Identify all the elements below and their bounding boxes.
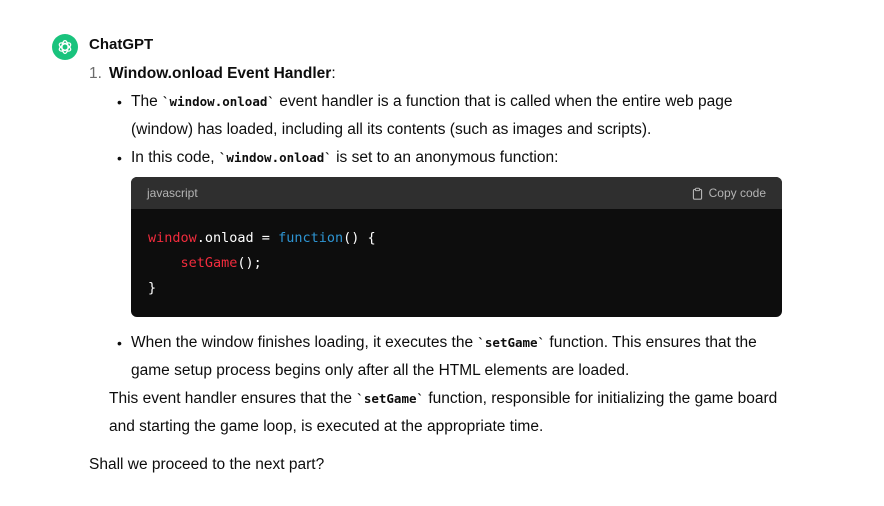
code-language-label: javascript [147,186,198,200]
bullet-item: • In this code, `window.onload` is set t… [109,144,789,172]
code-body: window.onload = function() { setGame(); … [131,209,782,317]
code-token: function [278,230,344,246]
followup-question: Shall we proceed to the next part? [89,456,325,473]
bullet-item: • The `window.onload` event handler is a… [109,88,789,144]
bullet-list: • The `window.onload` event handler is a… [89,88,789,172]
code-header: javascript Copy code [131,177,782,209]
copy-code-label: Copy code [708,186,766,200]
inline-code: `setGame` [356,391,425,406]
bullet-text: In this code, [131,149,219,166]
code-token: .onload = [196,230,279,246]
copy-code-button[interactable]: Copy code [691,179,766,207]
list-item: 1. Window.onload Event Handler: [89,60,789,88]
list-item-title-suffix: : [331,65,336,82]
bullet-icon: • [117,150,122,166]
list-number: 1. [89,65,102,82]
bullet-text: The [131,93,163,110]
message-content: 1. Window.onload Event Handler: • The `w… [89,60,789,441]
chatgpt-avatar [52,34,78,60]
bullet-icon: • [117,94,122,110]
code-block: javascript Copy code window.onload = fun… [131,177,782,317]
code-token: setGame [180,255,238,271]
bullet-text: When the window finishes loading, it exe… [131,334,478,351]
list-item-title: Window.onload Event Handler [109,65,332,82]
code-token: window [148,230,197,246]
clipboard-icon [692,187,702,200]
summary-paragraph: This event handler ensures that the `set… [109,385,789,441]
bullet-list: • When the window finishes loading, it e… [89,329,789,385]
bullet-item: • When the window finishes loading, it e… [109,329,789,385]
code-token: (); [237,255,262,271]
code-token: } [148,280,157,296]
bullet-text: is set to an anonymous function: [331,149,559,166]
openai-logo-icon [58,40,72,54]
inline-code: `window.onload` [218,150,332,165]
author-name: ChatGPT [89,36,154,53]
paragraph-text: This event handler ensures that the [109,390,357,407]
inline-code: `setGame` [477,335,546,350]
bullet-icon: • [117,335,122,351]
inline-code: `window.onload` [162,94,275,109]
code-token: () { [343,230,376,246]
